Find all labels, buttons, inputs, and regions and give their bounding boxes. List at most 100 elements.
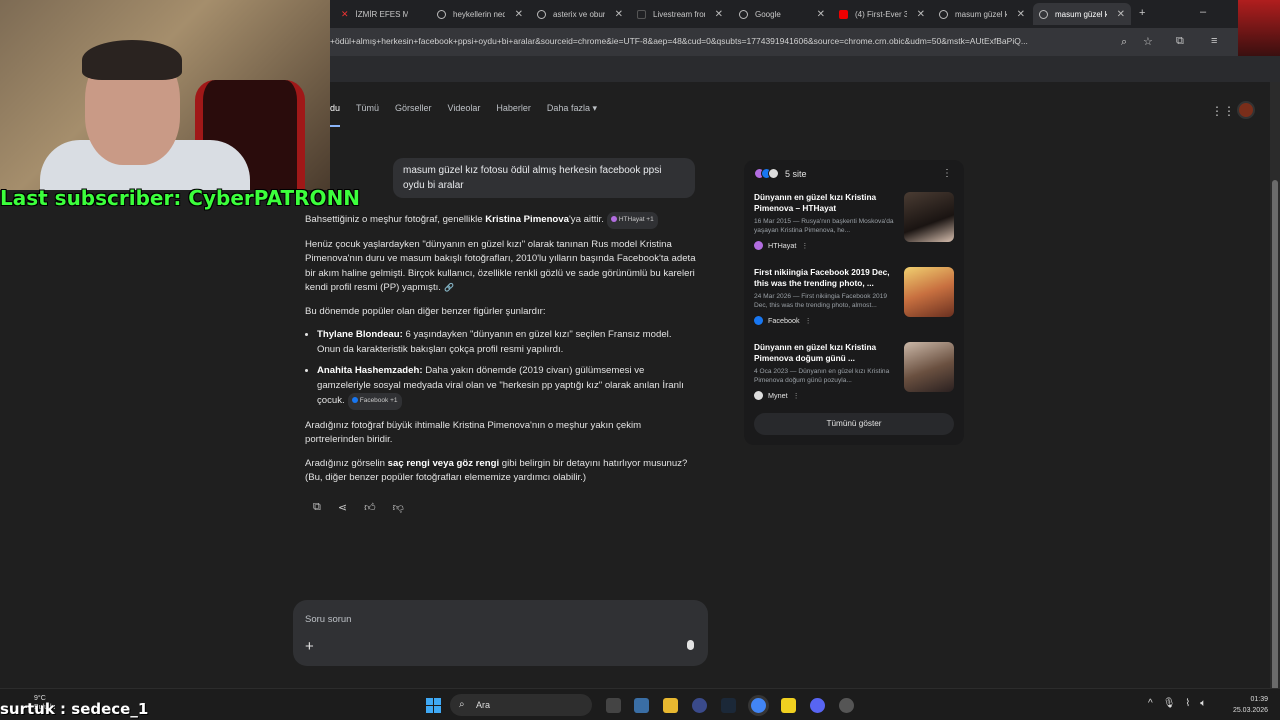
steam-icon[interactable]	[721, 698, 736, 713]
avatar[interactable]	[1237, 101, 1255, 119]
settings-icon[interactable]	[839, 698, 854, 713]
site-name: Facebook	[768, 316, 800, 325]
more-icon[interactable]: ⋮	[801, 241, 808, 250]
tab[interactable]: (4) First-Ever 3D ✕	[833, 3, 931, 25]
chevron-up-icon[interactable]: ^	[1148, 698, 1153, 709]
globe-icon	[437, 9, 446, 19]
answer-paragraph: Aradığınız görselin saç rengi veya göz r…	[305, 457, 697, 486]
answer-actions: ⧉ ⋖ 👍︎ 👎︎	[313, 501, 404, 514]
minimize-icon[interactable]: –	[1200, 6, 1206, 18]
tab-ai-mode[interactable]: du	[330, 103, 341, 127]
close-icon[interactable]: ✕	[1111, 9, 1125, 20]
link-icon[interactable]: 🔗	[444, 283, 454, 292]
tab-title: Google	[755, 9, 781, 19]
source-card[interactable]: Dünyanın en güzel kızı Kristina Pimenova…	[754, 192, 954, 250]
screen: ✕ İZMİR EFES MÜZESİ heykellerin neden ✕ as…	[0, 0, 1280, 720]
tab-news[interactable]: Haberler	[496, 103, 531, 127]
tab[interactable]: masum güzel kız ✕	[933, 3, 1031, 25]
notes-icon[interactable]	[781, 698, 796, 713]
source-title[interactable]: Dünyanın en güzel kızı Kristina Pimenova…	[754, 192, 900, 214]
microphone-icon[interactable]	[687, 640, 694, 650]
tab[interactable]: Livestream from ✕	[631, 3, 729, 25]
zoom-icon[interactable]: ⌕	[1121, 36, 1127, 49]
discord-icon[interactable]	[810, 698, 825, 713]
microphone-icon[interactable]: 🎙︎	[1163, 698, 1176, 709]
task-view-icon[interactable]	[606, 698, 621, 713]
scrollbar[interactable]	[1270, 82, 1280, 720]
source-title[interactable]: First nikiingia Facebook 2019 Dec, this …	[754, 267, 900, 289]
source-card[interactable]: Dünyanın en güzel kızı Kristina Pimenova…	[754, 342, 954, 400]
url-field[interactable]: +ödül+almış+herkesin+facebook+ppsi+oydu+…	[330, 36, 1115, 46]
share-icon[interactable]: ⋖	[338, 501, 347, 514]
source-snippet: 24 Mar 2026 — First nikiingia Facebook 2…	[754, 293, 888, 309]
volume-icon[interactable]: 🔈︎	[1200, 698, 1206, 709]
time: 01:39	[1250, 696, 1268, 703]
taskbar-search[interactable]: ⌕ Ara	[450, 694, 592, 716]
x-icon: ✕	[341, 8, 349, 19]
tab[interactable]: asterix ve obur ✕	[531, 3, 629, 25]
text: Henüz çocuk yaşlardayken "dünyanın en gü…	[305, 238, 696, 294]
close-icon[interactable]: ✕	[509, 9, 523, 20]
close-icon[interactable]: ✕	[911, 9, 925, 20]
chat-overlay: surtuk : sedece_1	[0, 700, 149, 718]
ask-input[interactable]: Soru sorun	[305, 614, 351, 625]
tab[interactable]: Google ✕	[733, 3, 831, 25]
tab-images[interactable]: Görseller	[395, 103, 432, 127]
citation-chip[interactable]: Facebook +1	[347, 393, 402, 410]
source-card[interactable]: First nikiingia Facebook 2019 Dec, this …	[754, 267, 954, 325]
thumbnail-image[interactable]	[904, 192, 954, 242]
search-tabs: du Tümü Görseller Videolar Haberler Daha…	[330, 103, 597, 127]
tab-all[interactable]: Tümü	[356, 103, 379, 127]
source-icon	[610, 216, 617, 222]
thumbs-up-icon[interactable]: 👍︎	[364, 501, 376, 514]
citation-chip[interactable]: HTHayat +1	[606, 212, 658, 229]
tab-videos[interactable]: Videolar	[448, 103, 481, 127]
source-title[interactable]: Dünyanın en güzel kızı Kristina Pimenova…	[754, 342, 900, 364]
extensions-icon[interactable]: ⧉	[1176, 35, 1184, 48]
tab-more[interactable]: Daha fazla ▾	[547, 103, 597, 127]
chrome-icon[interactable]	[751, 698, 766, 713]
network-icon[interactable]: ⌇	[1185, 698, 1190, 709]
bold-text: Kristina Pimenova	[485, 214, 569, 225]
answer-paragraph: Bu dönemde popüler olan diğer benzer fig…	[305, 305, 546, 317]
answer-paragraph: Henüz çocuk yaşlardayken "dünyanın en gü…	[305, 238, 697, 296]
more-icon[interactable]: ⋮	[805, 316, 812, 325]
tab-active[interactable]: masum güzel kız ✕	[1033, 3, 1131, 25]
calculator-icon[interactable]	[634, 698, 649, 713]
show-all-button[interactable]: Tümünü göster	[754, 413, 954, 435]
youtube-icon	[839, 9, 848, 19]
thumbs-down-icon[interactable]: 👎︎	[393, 501, 404, 514]
tab-title: masum güzel kız	[955, 9, 1007, 19]
google-icon	[939, 9, 948, 19]
tab-title: heykellerin neden	[453, 9, 505, 19]
plus-icon[interactable]: +	[305, 638, 314, 655]
tab[interactable]: ✕ İZMİR EFES MÜZESİ	[335, 3, 433, 25]
tab[interactable]: heykellerin neden ✕	[431, 3, 529, 25]
hthayat-icon	[754, 241, 763, 250]
close-icon[interactable]: ✕	[1011, 9, 1025, 20]
new-tab-icon[interactable]: +	[1139, 7, 1145, 19]
text: Bahsettiğiniz o meşhur fotoğraf, genelli…	[305, 214, 486, 225]
copy-icon[interactable]: ⧉	[313, 501, 321, 514]
sources-panel: 5 site ⋮ Dünyanın en güzel kızı Kristina…	[744, 160, 964, 445]
close-icon[interactable]: ✕	[609, 9, 623, 20]
ask-box[interactable]: Soru sorun +	[293, 600, 708, 666]
media-control-icon[interactable]: ≡	[1211, 35, 1217, 47]
sources-header[interactable]: 5 site	[754, 168, 807, 179]
sources-count: 5 site	[785, 168, 807, 179]
star-icon[interactable]: ☆	[1143, 35, 1153, 48]
more-icon[interactable]: ⋮	[793, 391, 800, 400]
close-icon[interactable]: ✕	[709, 9, 723, 20]
app-icon[interactable]	[692, 698, 707, 713]
more-options-icon[interactable]: ⋮	[942, 168, 952, 179]
google-icon	[739, 9, 748, 19]
thumbnail-image[interactable]	[904, 267, 954, 317]
windows-start-icon[interactable]	[426, 698, 441, 713]
bold-text: Thylane Blondeau:	[317, 329, 403, 340]
clock[interactable]: 01:39 25.03.2026	[1226, 694, 1268, 716]
text: 'ya aittir.	[568, 214, 604, 225]
file-explorer-icon[interactable]	[663, 698, 678, 713]
thumbnail-image[interactable]	[904, 342, 954, 392]
close-icon[interactable]: ✕	[811, 9, 825, 20]
scroll-thumb[interactable]	[1272, 180, 1278, 720]
